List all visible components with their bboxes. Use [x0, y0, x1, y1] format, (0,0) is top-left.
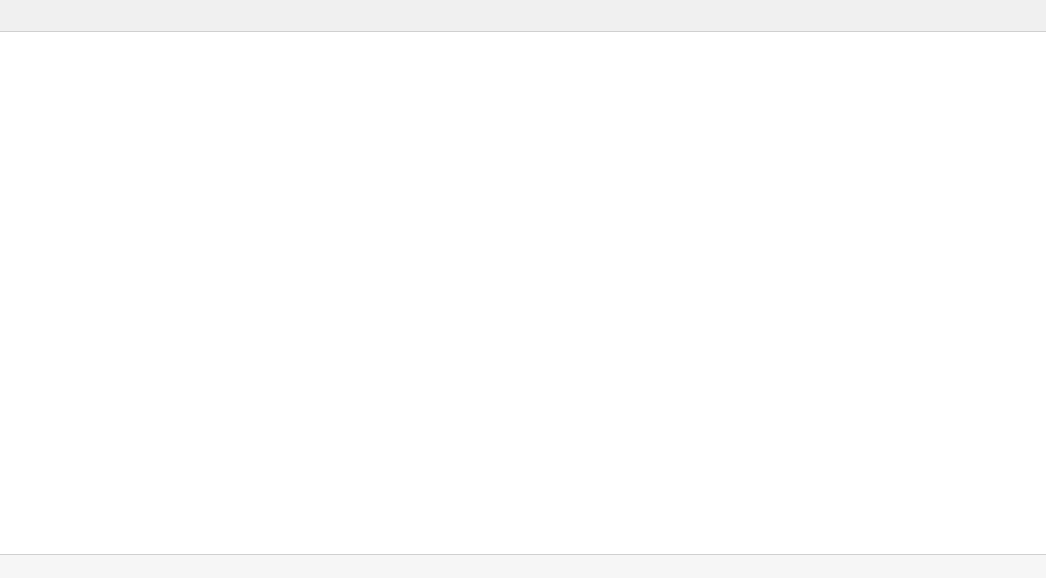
app-window: [0, 0, 1046, 578]
status-bar: [0, 554, 1046, 578]
main-content: [0, 32, 1046, 554]
title-bar: [0, 0, 1046, 32]
